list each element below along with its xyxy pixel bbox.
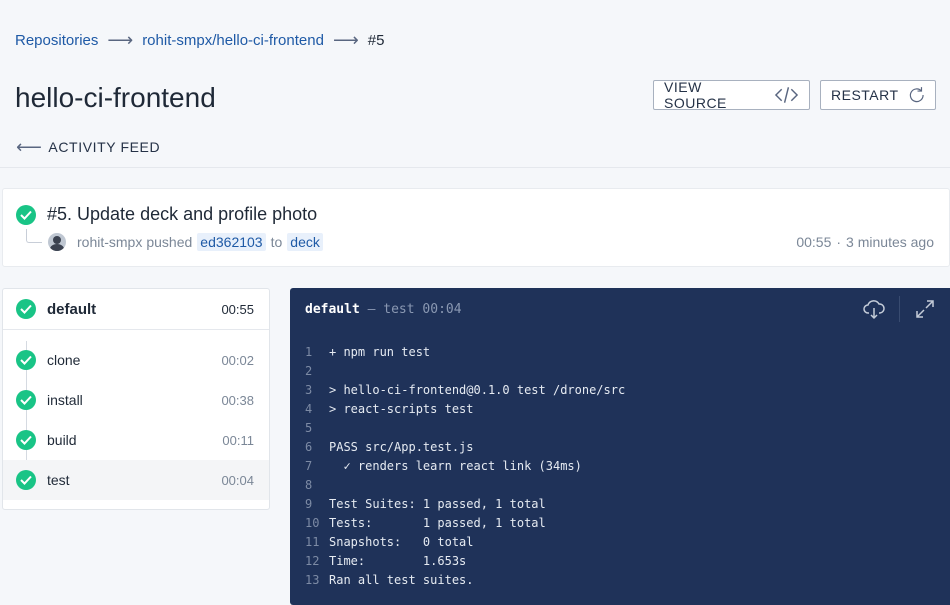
line-number: 13 <box>305 573 320 587</box>
log-line: 12 Time: 1.653s <box>305 552 625 571</box>
breadcrumb-current: #5 <box>367 31 385 49</box>
check-icon <box>16 430 36 450</box>
breadcrumb-repositories[interactable]: Repositories <box>15 32 98 49</box>
code-icon <box>774 87 799 103</box>
line-number: 2 <box>305 364 313 378</box>
build-to: to <box>270 234 283 250</box>
build-author: rohit-smpx <box>77 234 143 250</box>
log-step-name: test <box>383 302 415 317</box>
header: Repositories ⟶ rohit-smpx/hello-ci-front… <box>0 0 950 168</box>
build-card[interactable]: #5. Update deck and profile photo rohit-… <box>2 188 950 267</box>
line-text: ✓ renders learn react link (34ms) <box>329 459 582 473</box>
view-source-button[interactable]: VIEW SOURCE <box>653 79 810 111</box>
build-meta: rohit-smpx pushed ed362103 to deck <box>48 233 328 251</box>
page-title: hello-ci-frontend <box>15 82 216 113</box>
log-toolbar <box>849 288 950 330</box>
line-text: > react-scripts test <box>329 402 474 416</box>
commit-sha[interactable]: ed362103 <box>197 233 266 251</box>
refresh-icon <box>909 87 924 103</box>
check-icon <box>16 205 36 225</box>
log-line: 5 <box>305 419 625 438</box>
line-number: 4 <box>305 402 313 416</box>
steps-panel: default 00:55 clone 00:02 install 00:38 … <box>2 288 270 510</box>
step-clone[interactable]: clone 00:02 <box>3 340 269 380</box>
stage-header[interactable]: default 00:55 <box>3 289 269 330</box>
arrow-right-icon: ⟶ <box>332 30 359 50</box>
step-duration: 00:02 <box>221 353 254 368</box>
step-duration: 00:04 <box>221 473 254 488</box>
separator-dot: · <box>836 234 842 250</box>
step-name: test <box>47 472 70 488</box>
line-text: Ran all test suites. <box>329 573 474 587</box>
line-number: 6 <box>305 440 313 454</box>
check-icon <box>16 350 36 370</box>
activity-feed-label: ACTIVITY FEED <box>48 139 161 155</box>
build-title: #5. Update deck and profile photo <box>47 204 318 224</box>
download-cloud-icon[interactable] <box>849 288 899 330</box>
step-duration: 00:11 <box>222 433 254 448</box>
build-time: 00:55 · 3 minutes ago <box>796 234 934 250</box>
restart-label: RESTART <box>831 87 899 103</box>
line-text: Snapshots: 0 total <box>329 535 474 549</box>
line-number: 5 <box>305 421 313 435</box>
arrow-left-icon: ⟵ <box>16 137 43 157</box>
check-icon <box>16 299 36 319</box>
step-test[interactable]: test 00:04 <box>3 460 269 500</box>
log-line: 9 Test Suites: 1 passed, 1 total <box>305 495 625 514</box>
expand-icon[interactable] <box>900 288 950 330</box>
line-number: 9 <box>305 497 313 511</box>
step-build[interactable]: build 00:11 <box>3 420 269 460</box>
line-number: 1 <box>305 345 313 359</box>
step-duration: 00:38 <box>221 393 254 408</box>
line-number: 10 <box>305 516 320 530</box>
line-number: 7 <box>305 459 313 473</box>
breadcrumb: Repositories ⟶ rohit-smpx/hello-ci-front… <box>15 31 384 49</box>
log-output: 1 + npm run test 2 3 > hello-ci-frontend@0… <box>305 343 625 590</box>
log-line: 6 PASS src/App.test.js <box>305 438 625 457</box>
breadcrumb-repo[interactable]: rohit-smpx/hello-ci-frontend <box>142 32 324 49</box>
line-number: 3 <box>305 383 313 397</box>
stage-name: default <box>47 301 97 318</box>
log-panel: default — test 00:04 1 + npm run test 2 3… <box>290 288 950 605</box>
branch-name[interactable]: deck <box>287 233 323 251</box>
check-icon <box>16 390 36 410</box>
log-stage-name: default <box>305 302 360 317</box>
log-line: 1 + npm run test <box>305 343 625 362</box>
line-text: PASS src/App.test.js <box>329 440 474 454</box>
line-text: Test Suites: 1 passed, 1 total <box>329 497 546 511</box>
step-install[interactable]: install 00:38 <box>3 380 269 420</box>
build-duration: 00:55 <box>796 234 832 250</box>
tree-connector <box>26 229 42 243</box>
activity-feed-link[interactable]: ⟵ ACTIVITY FEED <box>16 138 160 156</box>
step-name: build <box>47 432 77 448</box>
log-line: 2 <box>305 362 625 381</box>
line-text: Tests: 1 passed, 1 total <box>329 516 546 530</box>
log-line: 13 Ran all test suites. <box>305 571 625 590</box>
log-line: 10 Tests: 1 passed, 1 total <box>305 514 625 533</box>
log-header: default — test 00:04 <box>305 302 462 317</box>
log-line: 8 <box>305 476 625 495</box>
line-number: 12 <box>305 554 320 568</box>
stage-duration: 00:55 <box>221 302 254 317</box>
avatar <box>48 233 66 251</box>
view-source-label: VIEW SOURCE <box>664 79 727 111</box>
log-dash: — <box>367 302 376 317</box>
build-action: pushed <box>146 234 193 250</box>
line-text: > hello-ci-frontend@0.1.0 test /drone/sr… <box>329 383 626 397</box>
line-number: 8 <box>305 478 313 492</box>
line-text: Time: 1.653s <box>329 554 467 568</box>
log-line: 7 ✓ renders learn react link (34ms) <box>305 457 625 476</box>
restart-button[interactable]: RESTART <box>820 80 936 110</box>
log-line: 4 > react-scripts test <box>305 400 625 419</box>
step-name: clone <box>47 352 81 368</box>
arrow-right-icon: ⟶ <box>107 30 134 50</box>
log-line: 3 > hello-ci-frontend@0.1.0 test /drone/s… <box>305 381 625 400</box>
line-number: 11 <box>305 535 320 549</box>
log-line: 11 Snapshots: 0 total <box>305 533 625 552</box>
log-step-duration: 00:04 <box>422 302 462 317</box>
step-name: install <box>47 392 83 408</box>
line-text: + npm run test <box>329 345 431 359</box>
check-icon <box>16 470 36 490</box>
build-time-ago: 3 minutes ago <box>846 234 934 250</box>
